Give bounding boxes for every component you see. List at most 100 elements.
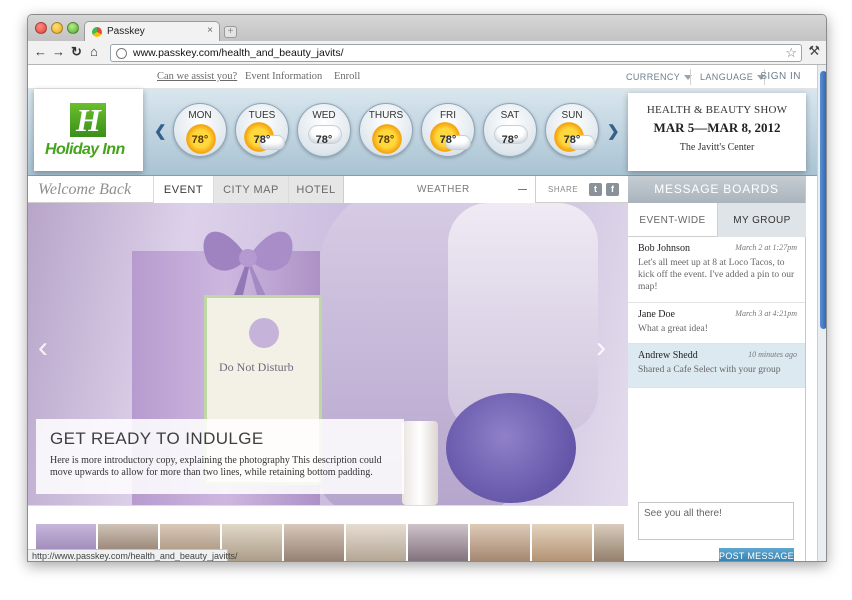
weather-day: TUES 78° xyxy=(235,103,289,157)
weather-day: MON 78° xyxy=(173,103,227,157)
language-dropdown[interactable]: LANGUAGE xyxy=(700,72,766,82)
weather-band: H Holiday Inn ❮ MON 78° TUES 78° WED 78° xyxy=(28,89,817,176)
forward-arrow-icon[interactable]: → xyxy=(52,44,65,59)
url-text[interactable]: www.passkey.com/health_and_beauty_javits… xyxy=(133,47,344,59)
weather-day-label: TUES xyxy=(248,110,276,121)
post-text: Let's all meet up at 8 at Loco Tacos, to… xyxy=(638,258,795,292)
wrench-icon[interactable]: ⚒ xyxy=(808,43,820,59)
welcome-heading: Welcome Back xyxy=(38,181,132,198)
bookmark-star-icon[interactable]: ☆ xyxy=(785,45,797,61)
post-time: 10 minutes ago xyxy=(748,350,797,359)
weather-day: FRI 78° xyxy=(421,103,475,157)
hero-image: Do Not Disturb ‹ › GET READY TO INDULGE … xyxy=(28,203,628,505)
weather-day-label: WED xyxy=(312,110,336,121)
thumbnail[interactable] xyxy=(470,524,530,561)
page-content: Can we assist you? Event Information Enr… xyxy=(28,65,817,561)
tab-my-group[interactable]: MY GROUP xyxy=(717,203,806,237)
share-label: SHARE xyxy=(548,185,579,194)
holiday-inn-logo[interactable]: H Holiday Inn xyxy=(34,89,143,171)
hero-next-arrow-icon[interactable]: › xyxy=(596,331,606,365)
post-time: March 3 at 4:21pm xyxy=(735,309,797,318)
tab-event-wide[interactable]: EVENT-WIDE xyxy=(628,203,717,237)
vertical-scrollbar[interactable] xyxy=(817,65,826,561)
browser-toolbar: ← → ↻ ⌂ www.passkey.com/health_and_beaut… xyxy=(28,41,826,65)
home-icon[interactable]: ⌂ xyxy=(90,44,98,59)
new-tab-button[interactable]: + xyxy=(224,26,237,38)
tab-event[interactable]: EVENT xyxy=(153,176,213,203)
thumbnail[interactable] xyxy=(408,524,468,561)
post-message-button[interactable]: POST MESSAGE xyxy=(719,548,794,561)
logo-text: Holiday Inn xyxy=(45,141,125,158)
door-hanger-hole xyxy=(249,318,279,348)
weather-day: THURS 78° xyxy=(359,103,413,157)
weather-temp: 78° xyxy=(439,134,457,146)
tab-close-icon[interactable]: × xyxy=(207,25,213,36)
back-arrow-icon[interactable]: ← xyxy=(34,44,47,59)
weather-temp: 78° xyxy=(191,134,209,146)
address-bar[interactable]: www.passkey.com/health_and_beauty_javits… xyxy=(110,44,802,62)
message-post[interactable]: Bob Johnson March 2 at 1:27pm Let's all … xyxy=(628,237,805,303)
tab-city-map[interactable]: CITY MAP xyxy=(213,176,288,203)
weather-day: WED 78° xyxy=(297,103,351,157)
weather-toggle[interactable]: WEATHER xyxy=(343,176,536,203)
nav-divider xyxy=(690,69,691,85)
weather-prev-icon[interactable]: ❮ xyxy=(154,122,167,140)
event-info-link[interactable]: Event Information xyxy=(245,71,322,82)
sign-in-link[interactable]: SIGN IN xyxy=(760,71,801,82)
thumbnail[interactable] xyxy=(346,524,406,561)
show-venue: The Javitt's Center xyxy=(679,142,755,153)
thumbnail[interactable] xyxy=(532,524,592,561)
reload-icon[interactable]: ↻ xyxy=(71,44,82,60)
weather-next-icon[interactable]: ❯ xyxy=(607,122,620,140)
tab-hotel[interactable]: HOTEL xyxy=(288,176,343,203)
close-window-icon[interactable] xyxy=(35,22,47,34)
weather-day-label: FRI xyxy=(439,110,457,121)
post-time: March 2 at 1:27pm xyxy=(735,243,797,252)
hero-body: Here is more introductory copy, explaini… xyxy=(50,455,382,478)
message-post[interactable]: Andrew Shedd 10 minutes ago Shared a Caf… xyxy=(628,344,805,388)
logo-mark-letter: H xyxy=(76,102,101,138)
assist-link[interactable]: Can we assist you? xyxy=(157,71,237,82)
weather-temp: 78° xyxy=(501,134,519,146)
post-text: Shared a Cafe Select with your group xyxy=(638,365,781,375)
message-boards-title: MESSAGE BOARDS xyxy=(628,176,805,203)
weather-temp: 78° xyxy=(253,134,271,146)
thumbnail[interactable] xyxy=(594,524,624,561)
hero-caption: GET READY TO INDULGE Here is more introd… xyxy=(36,419,404,494)
weather-day-label: SUN xyxy=(561,110,583,121)
weather-temp: 78° xyxy=(315,134,333,146)
minimize-window-icon[interactable] xyxy=(51,22,63,34)
scrollbar-thumb[interactable] xyxy=(820,71,826,329)
collapse-icon xyxy=(518,189,527,190)
tab-title: Passkey xyxy=(107,26,145,37)
message-post[interactable]: Jane Doe March 3 at 4:21pm What a great … xyxy=(628,303,805,344)
message-boards-panel: MESSAGE BOARDS EVENT-WIDE MY GROUP Bob J… xyxy=(628,176,806,561)
weather-day-label: SAT xyxy=(500,110,520,121)
enroll-link[interactable]: Enroll xyxy=(334,71,360,82)
weather-label: WEATHER xyxy=(417,184,470,195)
browser-tab[interactable]: Passkey × xyxy=(84,21,220,42)
twitter-icon[interactable]: t xyxy=(589,183,602,196)
language-label: LANGUAGE xyxy=(700,72,754,82)
message-tabs: EVENT-WIDE MY GROUP xyxy=(628,203,806,237)
door-hanger-text: Do Not Disturb xyxy=(219,360,294,374)
hero-prev-arrow-icon[interactable]: ‹ xyxy=(38,331,48,365)
message-input[interactable]: See you all there! xyxy=(638,502,794,540)
post-text: What a great idea! xyxy=(638,324,708,334)
show-dates: MAR 5—MAR 8, 2012 xyxy=(653,120,781,135)
weather-day: SUN 78° xyxy=(545,103,599,157)
lotion-bottle xyxy=(402,421,438,505)
weather-day-label: THURS xyxy=(368,110,404,121)
thumbnail[interactable] xyxy=(284,524,344,561)
facebook-icon[interactable]: f xyxy=(606,183,619,196)
show-title: HEALTH & BEAUTY SHOW xyxy=(646,104,788,116)
top-nav: Can we assist you? Event Information Enr… xyxy=(28,65,817,89)
currency-label: CURRENCY xyxy=(626,72,681,82)
currency-dropdown[interactable]: CURRENCY xyxy=(626,72,693,82)
chevron-down-icon xyxy=(684,75,693,81)
weather-temp: 78° xyxy=(563,134,581,146)
status-bar: http://www.passkey.com/health_and_beauty… xyxy=(28,549,237,561)
zoom-window-icon[interactable] xyxy=(67,22,79,34)
weather-temp: 78° xyxy=(377,134,395,146)
hero-title: GET READY TO INDULGE xyxy=(50,429,264,448)
